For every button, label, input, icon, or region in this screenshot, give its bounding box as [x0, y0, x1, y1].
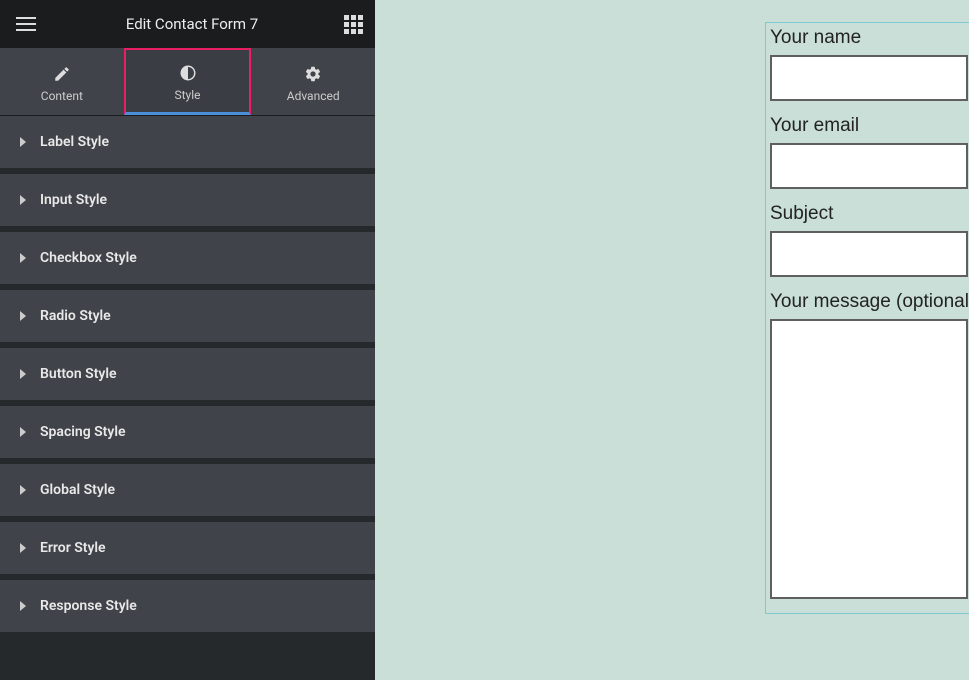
section-title: Radio Style	[40, 308, 111, 324]
subject-input[interactable]	[770, 231, 968, 277]
field-label: Your email	[770, 115, 969, 137]
caret-right-icon	[20, 253, 26, 263]
form-field-message: Your message (optional)	[770, 291, 969, 599]
form-field-name: Your name	[770, 27, 969, 101]
tab-content[interactable]: Content	[0, 48, 124, 115]
gear-icon	[304, 65, 322, 83]
contrast-icon	[179, 64, 197, 82]
menu-icon[interactable]	[12, 13, 40, 35]
tabs-bar: Content Style Advanced	[0, 48, 375, 116]
section-button-style[interactable]: Button Style	[0, 348, 375, 400]
pencil-icon	[53, 65, 71, 83]
tab-style[interactable]: Style	[124, 48, 252, 115]
caret-right-icon	[20, 543, 26, 553]
sidebar-header: Edit Contact Form 7	[0, 0, 375, 48]
editor-canvas[interactable]: Your name Your email Subject Your messag…	[375, 0, 969, 680]
editor-sidebar: Edit Contact Form 7 Content Style Advanc…	[0, 0, 375, 680]
caret-right-icon	[20, 195, 26, 205]
form-field-subject: Subject	[770, 203, 969, 277]
caret-right-icon	[20, 427, 26, 437]
style-sections: Label Style Input Style Checkbox Style R…	[0, 116, 375, 680]
caret-right-icon	[20, 137, 26, 147]
section-error-style[interactable]: Error Style	[0, 522, 375, 574]
caret-right-icon	[20, 369, 26, 379]
field-label: Subject	[770, 203, 969, 225]
section-title: Checkbox Style	[40, 250, 137, 266]
name-input[interactable]	[770, 55, 968, 101]
section-title: Button Style	[40, 366, 117, 382]
tab-label: Content	[41, 89, 83, 103]
email-input[interactable]	[770, 143, 968, 189]
form-preview: Your name Your email Subject Your messag…	[765, 22, 969, 614]
section-radio-style[interactable]: Radio Style	[0, 290, 375, 342]
field-label: Your name	[770, 27, 969, 49]
section-title: Label Style	[40, 134, 109, 150]
section-title: Response Style	[40, 598, 137, 614]
message-textarea[interactable]	[770, 319, 968, 599]
section-checkbox-style[interactable]: Checkbox Style	[0, 232, 375, 284]
section-input-style[interactable]: Input Style	[0, 174, 375, 226]
tab-label: Advanced	[287, 89, 340, 103]
field-label: Your message (optional)	[770, 291, 969, 313]
section-title: Input Style	[40, 192, 107, 208]
section-global-style[interactable]: Global Style	[0, 464, 375, 516]
form-field-email: Your email	[770, 115, 969, 189]
section-title: Error Style	[40, 540, 106, 556]
caret-right-icon	[20, 601, 26, 611]
section-title: Global Style	[40, 482, 115, 498]
apps-grid-icon[interactable]	[344, 15, 363, 34]
caret-right-icon	[20, 311, 26, 321]
caret-right-icon	[20, 485, 26, 495]
section-label-style[interactable]: Label Style	[0, 116, 375, 168]
section-spacing-style[interactable]: Spacing Style	[0, 406, 375, 458]
tab-label: Style	[175, 88, 201, 102]
panel-title: Edit Contact Form 7	[40, 15, 344, 33]
section-response-style[interactable]: Response Style	[0, 580, 375, 632]
section-title: Spacing Style	[40, 424, 126, 440]
tab-advanced[interactable]: Advanced	[251, 48, 375, 115]
